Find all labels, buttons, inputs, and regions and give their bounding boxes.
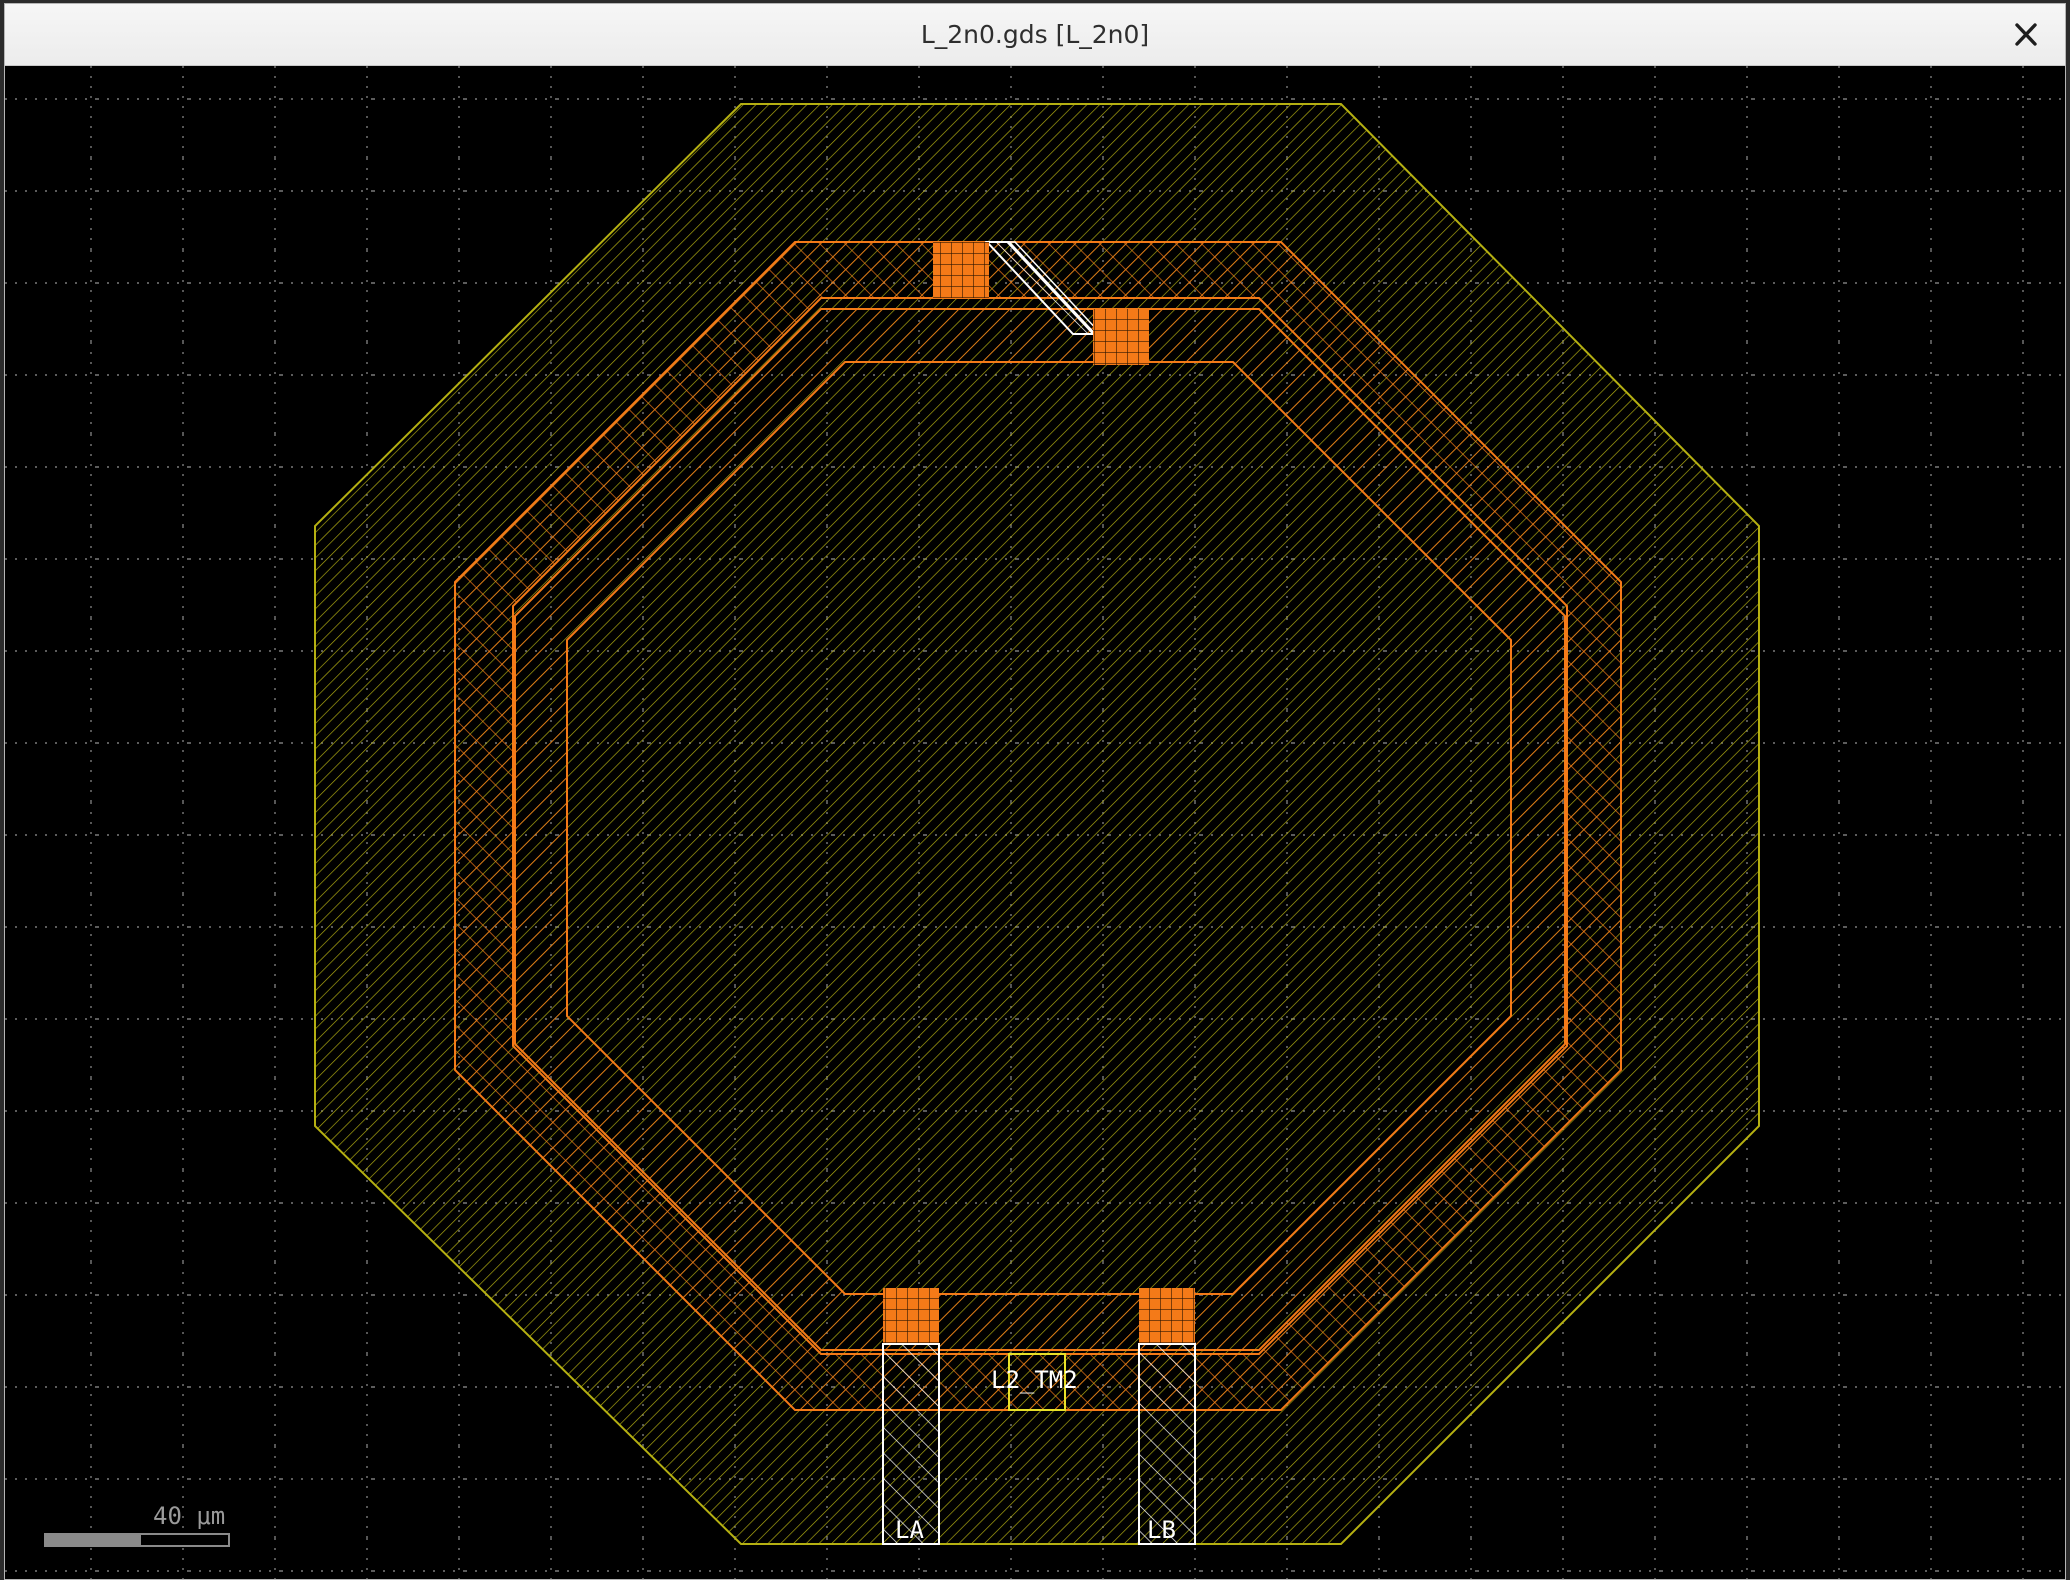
close-button[interactable] [2009,18,2043,52]
port-a-label: LA [895,1516,924,1544]
title-bar[interactable]: L_2n0.gds [L_2n0] [5,4,2065,66]
layout-viewer-window: L_2n0.gds [L_2n0] L2_TM2 LA LB 40 μm [4,3,2066,1580]
via-bottom-right [1139,1288,1195,1344]
center-label: L2_TM2 [991,1366,1078,1394]
window-title: L_2n0.gds [L_2n0] [920,20,1150,49]
via-top-left [933,242,989,298]
scale-bar-label: 40 μm [153,1502,225,1530]
via-bottom-left [883,1288,939,1344]
close-icon [2015,23,2037,46]
layout-drawing: L2_TM2 LA LB 40 μm [5,66,2065,1579]
via-top-right [1093,309,1149,365]
port-lead-a [882,1343,940,1545]
port-lead-b [1138,1343,1196,1545]
layout-canvas[interactable]: L2_TM2 LA LB 40 μm [5,66,2065,1579]
port-b-label: LB [1147,1516,1176,1544]
